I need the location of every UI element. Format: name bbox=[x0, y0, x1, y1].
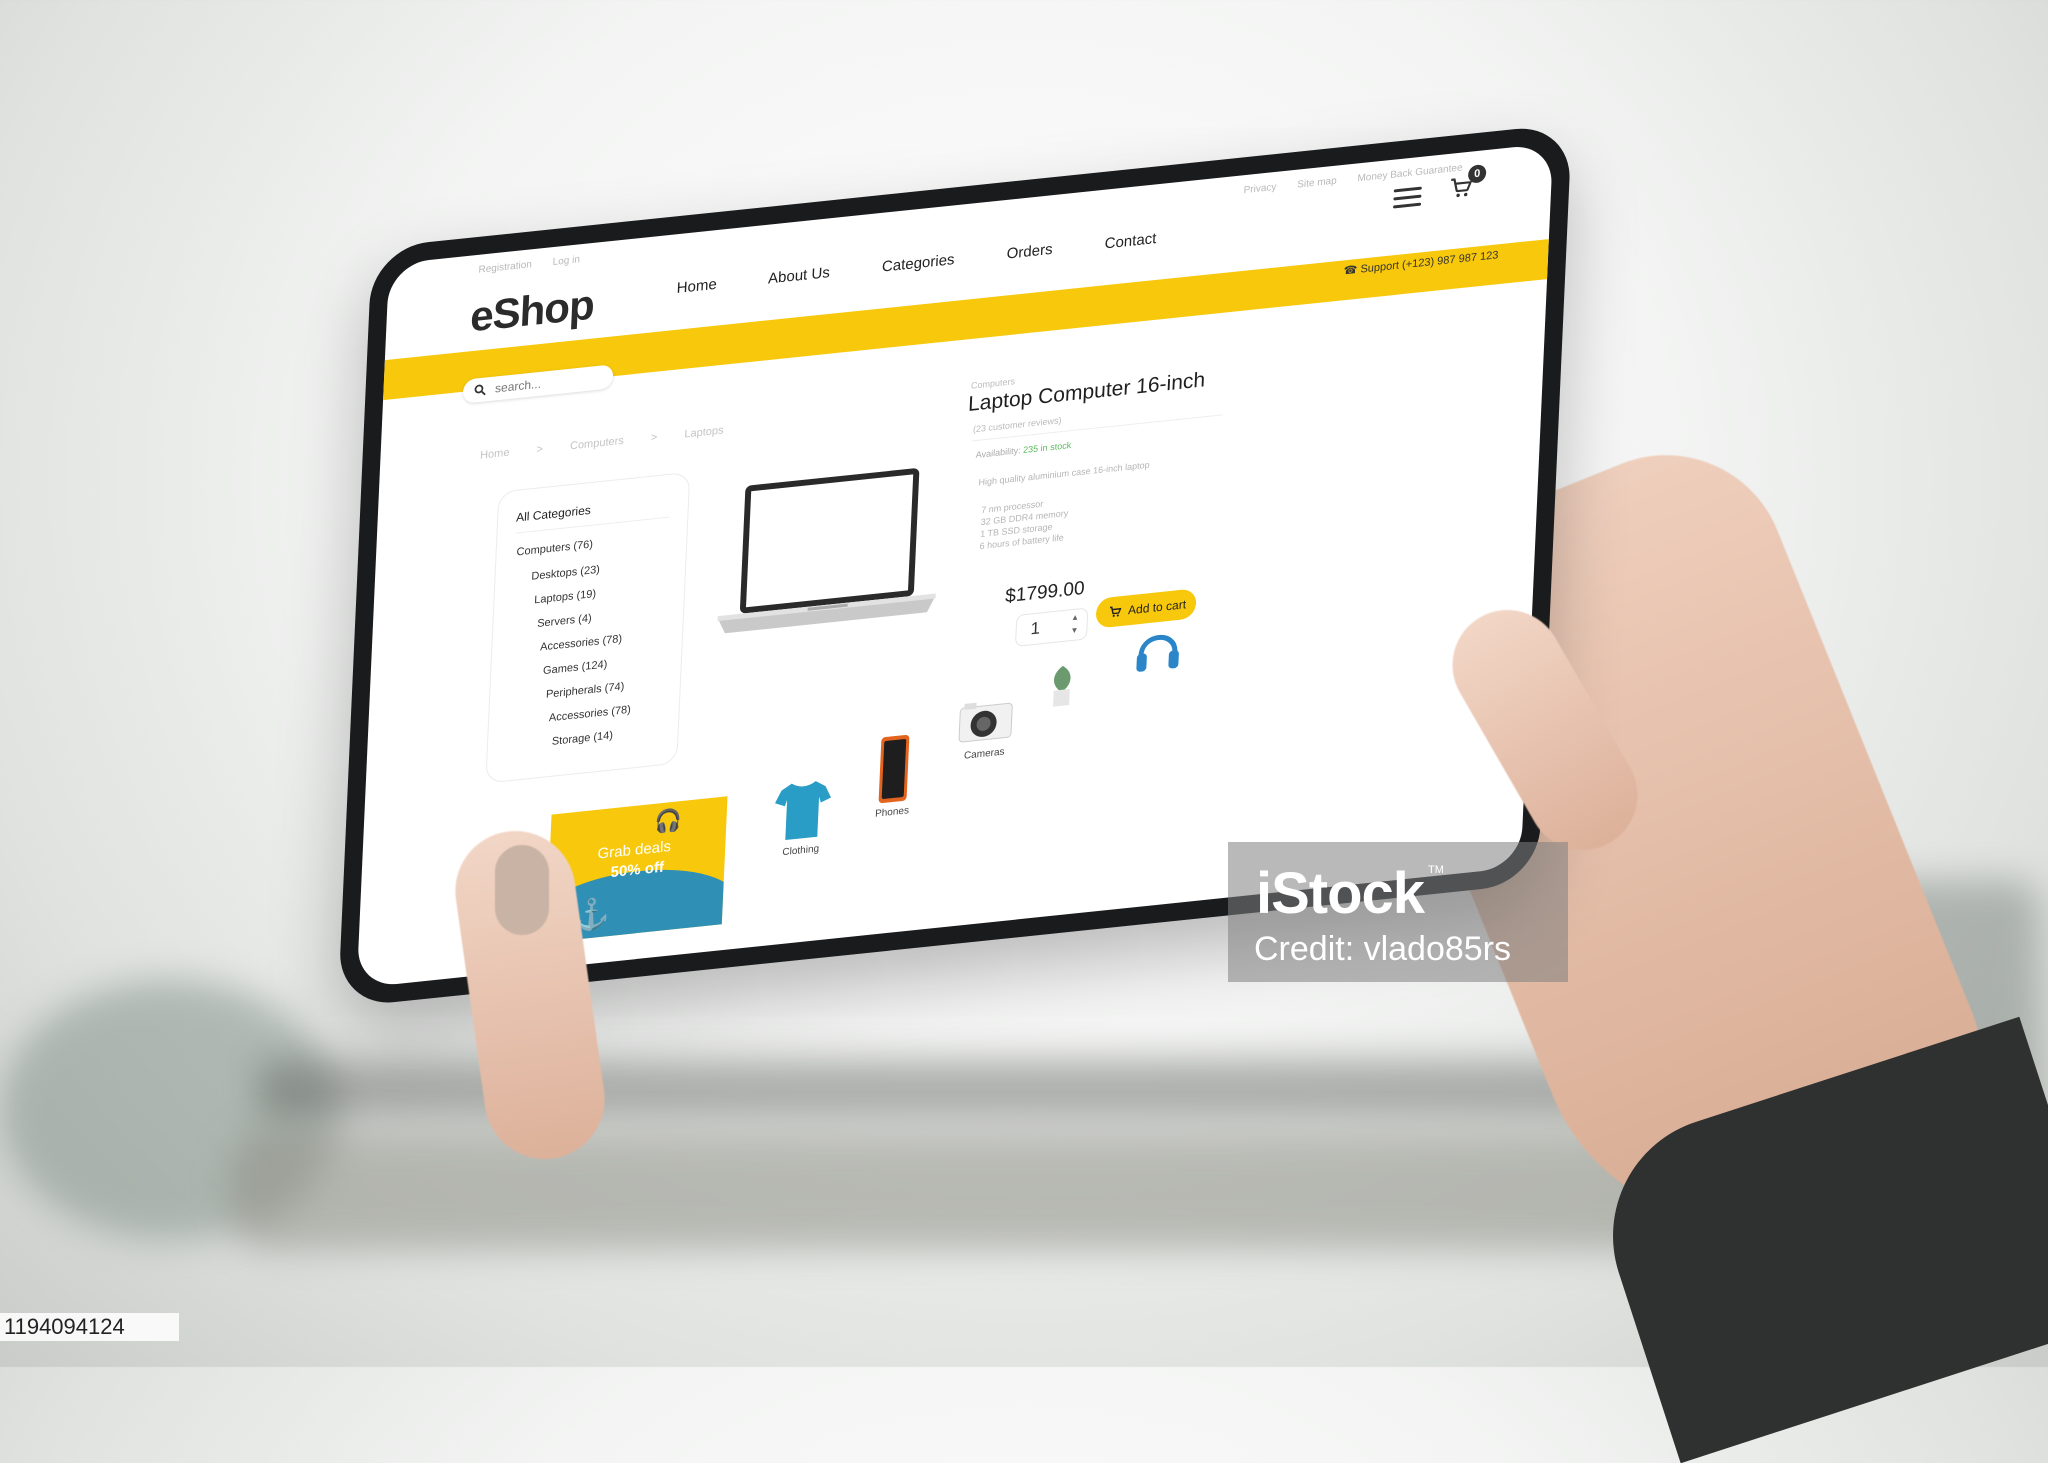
breadcrumb: Home > Computers > Laptops bbox=[480, 422, 748, 462]
istock-brand: iStock bbox=[1256, 861, 1425, 926]
nav-about[interactable]: About Us bbox=[768, 264, 830, 287]
sitemap-link[interactable]: Site map bbox=[1297, 176, 1337, 191]
left-thumbnail bbox=[495, 845, 549, 935]
chevron-down-icon[interactable]: ▼ bbox=[1070, 625, 1078, 635]
plant-image bbox=[1036, 659, 1088, 713]
sidebar-item-accessories[interactable]: Accessories (78) bbox=[540, 633, 622, 654]
breadcrumb-separator: > bbox=[650, 431, 658, 444]
camera-icon bbox=[958, 702, 1013, 743]
product-laptop-image bbox=[717, 468, 936, 634]
plant-icon bbox=[1053, 665, 1071, 707]
quantity-stepper[interactable]: 1 ▲ ▼ bbox=[1014, 607, 1089, 647]
category-cameras[interactable]: Cameras bbox=[944, 695, 1027, 763]
money-back-link[interactable]: Money Back Guarantee bbox=[1357, 162, 1463, 184]
search-icon bbox=[474, 384, 486, 396]
product-price: $1799.00 bbox=[1004, 577, 1085, 608]
tshirt-icon bbox=[775, 781, 831, 841]
breadcrumb-computers[interactable]: Computers bbox=[570, 435, 624, 453]
availability-value: 235 in stock bbox=[1022, 440, 1072, 456]
site-logo[interactable]: eShop bbox=[469, 281, 594, 342]
istock-tm: TM bbox=[1428, 864, 1444, 876]
cart-button[interactable]: 0 bbox=[1447, 163, 1487, 206]
category-label: Phones bbox=[874, 805, 910, 820]
nav-categories[interactable]: Categories bbox=[882, 251, 955, 276]
breadcrumb-separator: > bbox=[536, 443, 544, 456]
sidebar-item-desktops[interactable]: Desktops (23) bbox=[531, 564, 600, 583]
menu-icon[interactable] bbox=[1392, 186, 1422, 210]
category-sidebar: All Categories Computers (76) Desktops (… bbox=[485, 471, 691, 784]
sidebar-title: All Categories bbox=[515, 502, 592, 525]
cart-count-badge: 0 bbox=[1467, 163, 1487, 184]
breadcrumb-home[interactable]: Home bbox=[480, 447, 510, 462]
sidebar-item-servers[interactable]: Servers (4) bbox=[537, 612, 592, 630]
sidebar-item-computers[interactable]: Computers (76) bbox=[516, 539, 593, 559]
sidebar-item-storage[interactable]: Storage (14) bbox=[552, 730, 614, 748]
cart-icon bbox=[1109, 606, 1122, 617]
breadcrumb-laptops[interactable]: Laptops bbox=[684, 424, 724, 440]
sidebar-item-games[interactable]: Games (124) bbox=[543, 658, 608, 677]
category-phones[interactable]: Phones bbox=[852, 730, 936, 822]
category-clothing[interactable]: Clothing bbox=[760, 774, 844, 860]
product-title: Laptop Computer 16-inch bbox=[967, 368, 1206, 416]
sidebar-item-laptops[interactable]: Laptops (19) bbox=[534, 588, 596, 606]
availability-label: Availability: bbox=[975, 445, 1021, 460]
headphones-icon bbox=[1136, 634, 1179, 672]
nav-orders[interactable]: Orders bbox=[1006, 241, 1053, 263]
quantity-value: 1 bbox=[1030, 618, 1041, 639]
istock-credit: Credit: vlado85rs bbox=[1254, 930, 1512, 968]
product-description: High quality aluminium case 16-inch lapt… bbox=[978, 459, 1150, 488]
istock-watermark: iStock TM Credit: vlado85rs bbox=[1228, 842, 1568, 982]
product-availability: Availability: 235 in stock bbox=[976, 440, 1072, 460]
phone-icon bbox=[878, 734, 910, 804]
sidebar-item-peripherals[interactable]: Peripherals (74) bbox=[546, 681, 625, 701]
add-to-cart-label: Add to cart bbox=[1127, 597, 1187, 618]
headphones-image bbox=[1127, 619, 1190, 682]
phone-icon: ☎ bbox=[1343, 263, 1358, 278]
image-id: 1194094124 bbox=[0, 1313, 179, 1341]
privacy-link[interactable]: Privacy bbox=[1243, 182, 1276, 196]
nav-contact[interactable]: Contact bbox=[1104, 230, 1156, 252]
chevron-up-icon[interactable]: ▲ bbox=[1071, 612, 1079, 622]
headphones-icon: 🎧 bbox=[654, 806, 683, 835]
registration-link[interactable]: Registration bbox=[478, 259, 532, 276]
sidebar-item-accessories-2[interactable]: Accessories (78) bbox=[549, 704, 631, 725]
login-link[interactable]: Log in bbox=[552, 254, 580, 268]
nav-home[interactable]: Home bbox=[676, 276, 717, 297]
